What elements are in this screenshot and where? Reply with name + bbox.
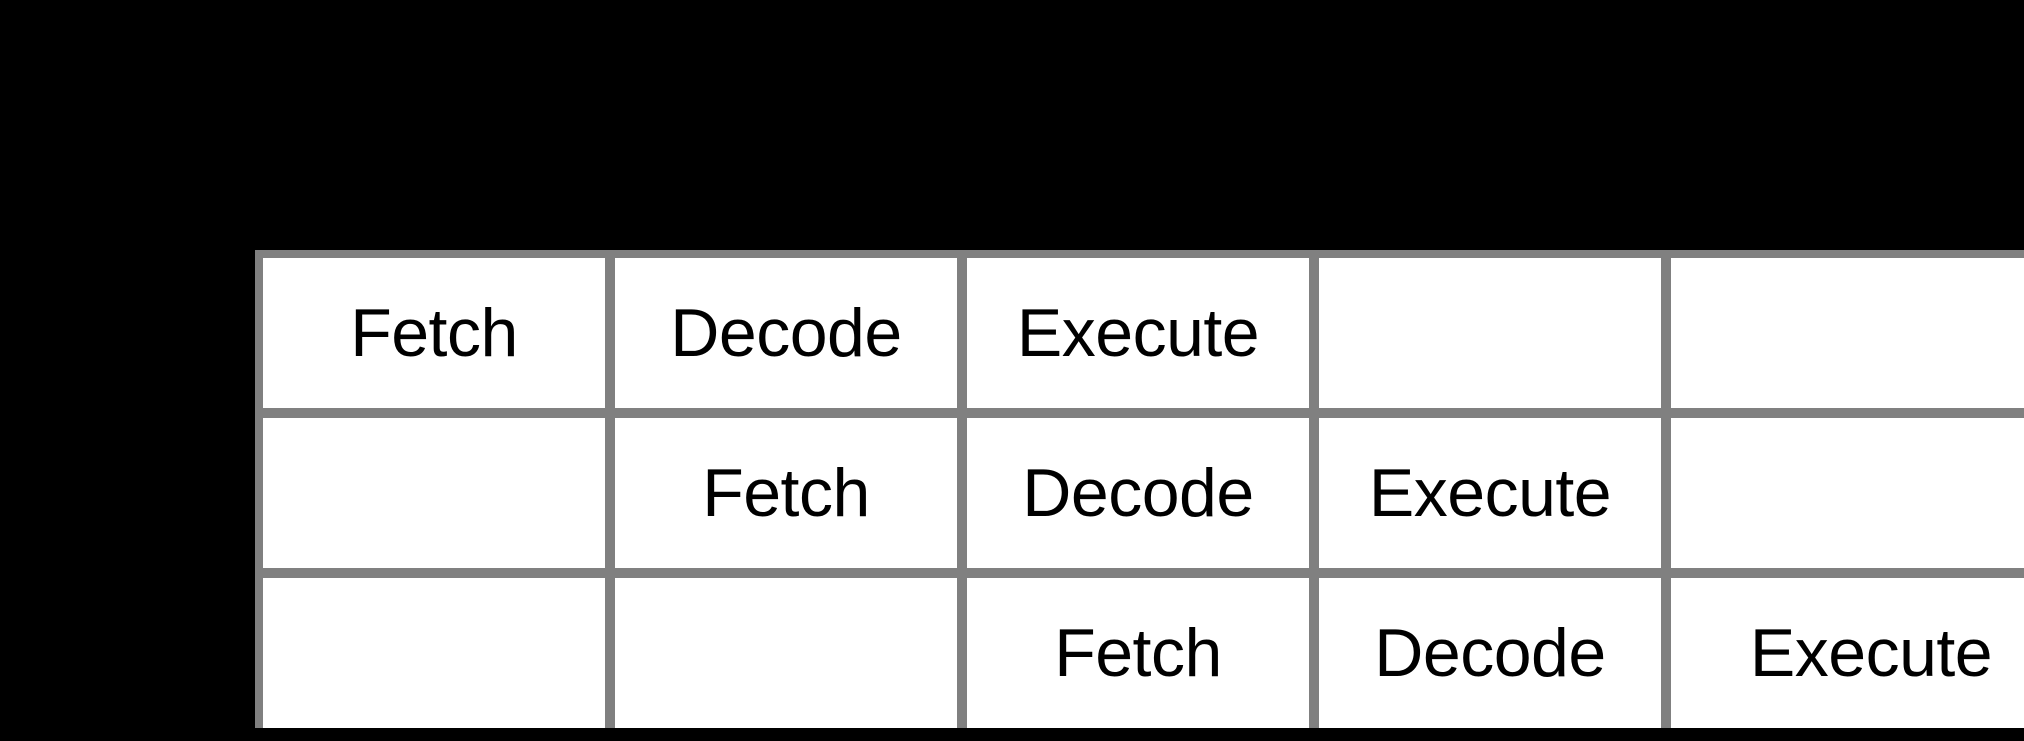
pipeline-cell[interactable] (263, 578, 605, 728)
pipeline-stage-label: Decode (670, 295, 902, 371)
pipeline-stage-label: Fetch (702, 455, 870, 531)
pipeline-cell[interactable]: Fetch (967, 578, 1309, 728)
table-row: Fetch Decode Execute (263, 578, 2024, 728)
pipeline-cell[interactable]: Decode (1319, 578, 1661, 728)
pipeline-stage-label: Fetch (350, 295, 518, 371)
table-row: Fetch Decode Execute (263, 258, 2024, 408)
pipeline-cell[interactable] (1671, 418, 2024, 568)
pipeline-cell[interactable] (1671, 258, 2024, 408)
pipeline-stage-label: Execute (1016, 295, 1260, 371)
pipeline-cell[interactable] (1319, 258, 1661, 408)
diagram-canvas: Fetch Decode Execute Fetch Decode Execut… (0, 0, 2024, 741)
pipeline-cell[interactable] (263, 418, 605, 568)
pipeline-stage-label: Decode (1374, 615, 1606, 691)
pipeline-stage-label: Fetch (1054, 615, 1222, 691)
pipeline-cell[interactable]: Fetch (615, 418, 957, 568)
pipeline-stage-label: Decode (1022, 455, 1254, 531)
pipeline-cell[interactable]: Execute (1671, 578, 2024, 728)
pipeline-cell[interactable]: Decode (967, 418, 1309, 568)
pipeline-cell[interactable] (615, 578, 957, 728)
pipeline-grid: Fetch Decode Execute Fetch Decode Execut… (263, 258, 2024, 728)
pipeline-table: Fetch Decode Execute Fetch Decode Execut… (255, 250, 2024, 728)
pipeline-cell[interactable]: Decode (615, 258, 957, 408)
pipeline-cell[interactable]: Execute (1319, 418, 1661, 568)
table-row: Fetch Decode Execute (263, 418, 2024, 568)
pipeline-cell[interactable]: Execute (967, 258, 1309, 408)
pipeline-stage-label: Execute (1368, 455, 1612, 531)
pipeline-stage-label: Execute (1749, 615, 1993, 691)
pipeline-cell[interactable]: Fetch (263, 258, 605, 408)
